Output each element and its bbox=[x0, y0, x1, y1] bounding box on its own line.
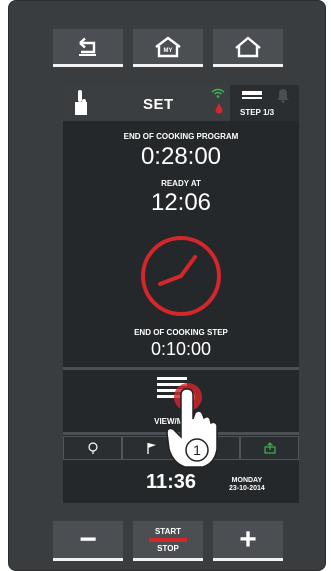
my-home-button[interactable]: MY bbox=[133, 29, 203, 67]
ready-at-time: 12:06 bbox=[150, 189, 212, 216]
step-counter: STEP 1/3 bbox=[240, 108, 275, 117]
stop-label: STOP bbox=[157, 543, 179, 553]
start-stop-button[interactable]: START STOP bbox=[133, 521, 203, 561]
plus-button[interactable]: + bbox=[213, 521, 283, 561]
end-step-time: 0:10:00 bbox=[150, 339, 212, 359]
bell-icon bbox=[277, 89, 289, 103]
weekday: MONDAY bbox=[231, 477, 263, 484]
flag-icon bbox=[146, 443, 156, 454]
current-time: 11:36 bbox=[145, 471, 197, 493]
tray-out-icon bbox=[263, 442, 276, 454]
touch-hand-icon: 1 bbox=[166, 383, 218, 468]
back-button[interactable] bbox=[53, 29, 123, 67]
end-step-label: END OF COOKING STEP bbox=[134, 328, 228, 337]
start-label: START bbox=[154, 526, 182, 536]
end-program-label: END OF COOKING PROGRAM bbox=[123, 132, 239, 141]
step-number-annotation: 1 bbox=[193, 442, 201, 458]
minus-label: − bbox=[79, 522, 97, 556]
screen-header: SET STEP 1/3 bbox=[63, 85, 299, 121]
oven-tray-icon bbox=[242, 91, 262, 99]
divider bbox=[63, 367, 299, 370]
function-slot[interactable] bbox=[240, 436, 299, 460]
home-icon bbox=[235, 35, 261, 57]
back-arrow-icon bbox=[79, 37, 96, 56]
date: 23-10-2014 bbox=[229, 485, 265, 492]
start-stop-indicator bbox=[149, 537, 187, 542]
hand-icon bbox=[75, 90, 87, 115]
plus-label: + bbox=[239, 522, 257, 556]
drop-icon bbox=[215, 103, 223, 114]
end-program-time: 0:28:00 bbox=[140, 143, 222, 170]
screen-title: SET bbox=[143, 96, 174, 113]
function-slot[interactable] bbox=[63, 436, 122, 460]
step-indicator: STEP 1/3 bbox=[230, 85, 299, 121]
home-button[interactable] bbox=[213, 29, 283, 67]
oven-control-panel: MY SET STEP 1/3 END OF COOKING PROGRAM 0… bbox=[8, 0, 326, 571]
minus-button[interactable]: − bbox=[53, 521, 123, 561]
ready-at-label: READY AT bbox=[161, 179, 201, 188]
my-home-text: MY bbox=[164, 48, 173, 54]
my-home-icon: MY bbox=[155, 36, 181, 57]
wifi-icon bbox=[211, 88, 225, 98]
probe-icon bbox=[87, 442, 98, 454]
current-date: MONDAY 23-10-2014 bbox=[229, 477, 265, 493]
clock-icon bbox=[141, 236, 221, 316]
